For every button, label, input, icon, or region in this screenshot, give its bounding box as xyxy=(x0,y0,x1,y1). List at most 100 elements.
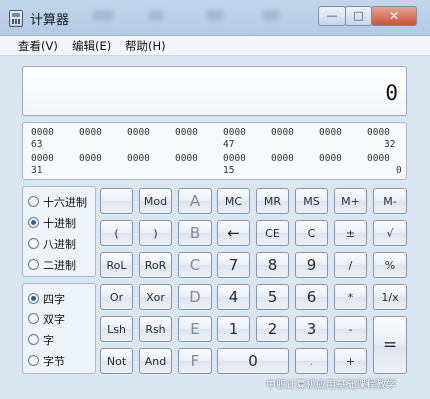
bit-group: 0000 xyxy=(127,127,150,138)
radio-indicator[interactable] xyxy=(28,217,39,228)
menu-bar: 查看(V) 编辑(E) 帮助(H) xyxy=(0,36,430,56)
rsh-button[interactable]: Rsh xyxy=(139,316,172,342)
equals-button[interactable]: = xyxy=(373,316,407,374)
bit-group: 0000 xyxy=(223,153,246,164)
bit-group: 0000 xyxy=(367,153,390,164)
digit-8-button[interactable]: 8 xyxy=(256,252,289,278)
hex-d-button[interactable]: D xyxy=(178,284,212,310)
menu-edit[interactable]: 编辑(E) xyxy=(72,38,111,54)
subtract-button[interactable]: - xyxy=(334,316,367,342)
not-button[interactable]: Not xyxy=(100,348,133,374)
calculator-icon xyxy=(9,10,23,27)
and-button[interactable]: And xyxy=(139,348,172,374)
percent-button[interactable]: % xyxy=(373,252,407,278)
bit-position-label: 15 xyxy=(223,165,235,176)
radio-label: 十六进制 xyxy=(43,196,87,209)
bit-display: 0000 0000 0000 0000 0000 0000 0000 0000 … xyxy=(22,122,407,180)
title-bar: 计算器 — □ ✕ xyxy=(0,0,430,36)
backspace-button[interactable]: ← xyxy=(217,220,250,246)
word-size-group: 四字 双字 字 字节 xyxy=(22,283,96,374)
bit-position-label: 47 xyxy=(223,139,235,150)
radio-indicator[interactable] xyxy=(28,238,39,249)
result-display: 0 xyxy=(22,66,407,116)
bit-group: 0000 xyxy=(271,127,294,138)
display-value: 0 xyxy=(385,81,398,105)
watermark-text: 中职计算机应用基础课程教学 xyxy=(266,380,396,391)
maximize-button[interactable]: □ xyxy=(345,6,372,26)
negate-button[interactable]: ± xyxy=(334,220,367,246)
digit-2-button[interactable]: 2 xyxy=(256,316,289,342)
ror-button[interactable]: RoR xyxy=(139,252,172,278)
digit-6-button[interactable]: 6 xyxy=(295,284,328,310)
lsh-button[interactable]: Lsh xyxy=(100,316,133,342)
minimize-button[interactable]: — xyxy=(318,6,346,26)
digit-9-button[interactable]: 9 xyxy=(295,252,328,278)
close-button[interactable]: ✕ xyxy=(371,6,417,26)
window-title: 计算器 xyxy=(30,13,70,28)
bit-group: 0000 xyxy=(223,127,246,138)
xor-button[interactable]: Xor xyxy=(139,284,172,310)
hex-a-button[interactable]: A xyxy=(178,188,212,214)
radio-label: 字节 xyxy=(43,355,65,368)
radio-indicator[interactable] xyxy=(28,334,39,345)
reciprocal-button[interactable]: 1/x xyxy=(373,284,407,310)
bit-group: 0000 xyxy=(79,153,102,164)
or-button[interactable]: Or xyxy=(100,284,133,310)
base-mode-group: 十六进制 十进制 八进制 二进制 xyxy=(22,186,96,277)
bit-group: 0000 xyxy=(127,153,150,164)
hex-b-button[interactable]: B xyxy=(178,220,212,246)
clear-button[interactable]: C xyxy=(295,220,328,246)
mr-button[interactable]: MR xyxy=(256,188,289,214)
bit-position-label: 63 xyxy=(31,139,43,150)
radio-indicator[interactable] xyxy=(28,196,39,207)
ce-button[interactable]: CE xyxy=(256,220,289,246)
digit-4-button[interactable]: 4 xyxy=(217,284,250,310)
bit-group: 0000 xyxy=(31,127,54,138)
sqrt-button[interactable]: √ xyxy=(373,220,407,246)
digit-0-button[interactable]: 0 xyxy=(217,348,289,374)
add-button[interactable]: + xyxy=(334,348,367,374)
open-paren-button[interactable]: ( xyxy=(100,220,133,246)
radio-label: 二进制 xyxy=(43,259,76,272)
bit-group: 0000 xyxy=(271,153,294,164)
radio-indicator[interactable] xyxy=(28,259,39,270)
bit-position-label: 0 xyxy=(396,165,402,176)
blurred-area xyxy=(148,10,164,20)
bit-position-label: 32 xyxy=(384,139,396,150)
bit-group: 0000 xyxy=(79,127,102,138)
multiply-button[interactable]: * xyxy=(334,284,367,310)
bit-group: 0000 xyxy=(319,127,342,138)
close-paren-button[interactable]: ) xyxy=(139,220,172,246)
rol-button[interactable]: RoL xyxy=(100,252,133,278)
blank-button[interactable] xyxy=(100,188,133,214)
decimal-button[interactable]: . xyxy=(295,348,328,374)
hex-f-button[interactable]: F xyxy=(178,348,212,374)
menu-view[interactable]: 查看(V) xyxy=(18,38,58,54)
bit-group: 0000 xyxy=(31,153,54,164)
radio-label: 字 xyxy=(43,334,54,347)
bit-group: 0000 xyxy=(175,153,198,164)
radio-indicator[interactable] xyxy=(28,293,39,304)
bit-position-label: 31 xyxy=(31,165,43,176)
radio-label: 八进制 xyxy=(43,238,76,251)
digit-1-button[interactable]: 1 xyxy=(217,316,250,342)
bit-group: 0000 xyxy=(367,127,390,138)
radio-indicator[interactable] xyxy=(28,313,39,324)
blurred-area xyxy=(92,10,114,20)
blurred-area xyxy=(262,10,280,20)
radio-label: 十进制 xyxy=(43,217,76,230)
hex-c-button[interactable]: C xyxy=(178,252,212,278)
menu-help[interactable]: 帮助(H) xyxy=(125,38,166,54)
mod-button[interactable]: Mod xyxy=(139,188,172,214)
hex-e-button[interactable]: E xyxy=(178,316,212,342)
digit-7-button[interactable]: 7 xyxy=(217,252,250,278)
divide-button[interactable]: / xyxy=(334,252,367,278)
digit-3-button[interactable]: 3 xyxy=(295,316,328,342)
digit-5-button[interactable]: 5 xyxy=(256,284,289,310)
m-plus-button[interactable]: M+ xyxy=(334,188,367,214)
mc-button[interactable]: MC xyxy=(217,188,250,214)
m-minus-button[interactable]: M- xyxy=(373,188,407,214)
ms-button[interactable]: MS xyxy=(295,188,328,214)
radio-indicator[interactable] xyxy=(28,355,39,366)
bit-group: 0000 xyxy=(175,127,198,138)
